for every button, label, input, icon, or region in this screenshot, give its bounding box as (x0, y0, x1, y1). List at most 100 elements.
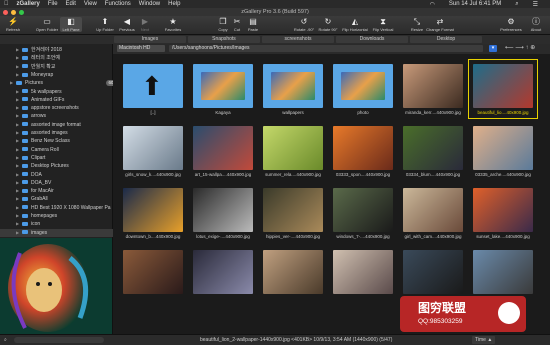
tab-snapshots[interactable]: Snapshots (188, 36, 260, 43)
sidebar-item[interactable]: ▶ icon (0, 220, 128, 228)
menu-functions[interactable]: Functions (105, 1, 131, 7)
thumbnail-item[interactable] (259, 246, 327, 304)
favorites-button[interactable]: ★ Favorites (162, 17, 184, 32)
thumbnail-item[interactable]: 03333_spon....440x900.jpg (329, 122, 397, 180)
image-thumbnail (123, 126, 183, 170)
sidebar-item-label: homepages (31, 213, 58, 219)
apple-menu-icon[interactable]:  (4, 1, 9, 7)
flip-horizontal-button[interactable]: ◭ Flip Horizontal (340, 17, 370, 32)
thumbnail-item[interactable]: ⬆ [..] (119, 60, 187, 118)
thumbnail-item[interactable]: 03335_arche....440x900.jpg (469, 122, 537, 180)
about-button[interactable]: ⓘ About (526, 17, 546, 32)
sidebar-item[interactable]: ▶ DOA (0, 171, 128, 179)
sidebar-item[interactable]: ▶ for MacAir (0, 187, 128, 195)
zoom-window-button[interactable] (19, 9, 24, 15)
sidebar-item[interactable]: ▶ arrows (0, 112, 128, 120)
folder-icon (22, 64, 28, 69)
image-thumbnail (263, 188, 323, 232)
sidebar-item[interactable]: ▶ assorted images (0, 129, 128, 137)
nav-arrows-icon[interactable]: ⟵ ⟶ ↑ ⊕ (505, 44, 535, 51)
menu-help[interactable]: Help (168, 1, 180, 7)
tab-downloads[interactable]: Downloads (336, 36, 408, 43)
thumbnail-caption: lotus_exige-....440x900.jpg (196, 234, 250, 239)
sidebar-item[interactable]: ▶images47 (0, 228, 128, 237)
thumbnail-item[interactable] (329, 246, 397, 304)
folder-icon (22, 138, 28, 143)
sidebar-item[interactable]: ▶ HD Best 1920 X 1080 Wallpaper Pa (0, 204, 128, 212)
sidebar-item[interactable]: ▶ Desktop Pictures (0, 162, 128, 170)
thumbnail-item[interactable]: beautiful_lio....40x900.jpg (468, 59, 538, 119)
thumbnail-item[interactable]: hippies_ver-....440x900.jpg (259, 184, 327, 242)
sidebar-item[interactable]: ▶ homepages (0, 212, 128, 220)
thumbnail-item[interactable]: summer_rela....440x900.jpg (259, 122, 327, 180)
rotate-left-button[interactable]: ↺ Rotate -90° (292, 17, 316, 32)
flip-vertical-button[interactable]: ⧗ Flip Vertical (370, 17, 396, 32)
menu-window[interactable]: Window (139, 1, 160, 7)
thumbnail-item[interactable]: girl_with_cam....440x900.jpg (399, 184, 467, 242)
tab-images[interactable]: Images (114, 36, 186, 43)
tab-desktop[interactable]: Desktop (410, 36, 482, 43)
thumbnail-item[interactable]: miranda_kerr....440x900.jpg (399, 60, 467, 118)
sidebar-item[interactable]: ▶ 한겨레야 2018 (0, 46, 128, 54)
thumbnail-item[interactable]: Kagaya (189, 60, 257, 118)
dropdown-icon[interactable]: ▾ (489, 45, 497, 52)
thumbnail-item[interactable]: photo (329, 60, 397, 118)
sidebar-item-label: icon (31, 221, 41, 228)
thumbnail-item[interactable] (119, 246, 187, 304)
sidebar-item[interactable]: ▶ GrabAll (0, 195, 128, 203)
sidebar-item[interactable]: ▶ 반월지 확교 (0, 63, 128, 71)
resize-button[interactable]: ⤡ Resize (408, 17, 426, 32)
filter-input[interactable] (14, 337, 104, 343)
cut-button[interactable]: ✂ Cut (230, 17, 244, 32)
location-row: Macintosh HD /Users/sanghoons/Pictures/I… (113, 44, 550, 54)
folder-icon (22, 55, 28, 60)
resize-icon: ⤡ (413, 17, 421, 26)
thumbnail-item[interactable]: lotus_exige-....440x900.jpg (189, 184, 257, 242)
sidebar-item[interactable]: ▶Moneyrap45 (0, 71, 128, 79)
sidebar-item[interactable]: ▶ appstore screenshots (0, 104, 128, 112)
image-thumbnail (193, 126, 253, 170)
thumbnail-item[interactable]: sunset_lake....440x900.jpg (469, 184, 537, 242)
menu-list-icon[interactable]: ☰ (533, 1, 538, 8)
sidebar-item[interactable]: ▶Pictures606 (0, 79, 122, 87)
menu-app[interactable]: zGallery (17, 1, 40, 7)
refresh-button[interactable]: ⚡ Refresh (2, 17, 24, 32)
preferences-button[interactable]: ⚙ Preferences (498, 17, 524, 32)
thumbnail-item[interactable]: windows_7-....440x900.jpg (329, 184, 397, 242)
rotate-right-button[interactable]: ↻ Rotate 90° (316, 17, 340, 32)
sort-selector[interactable]: Time ▲ (472, 336, 496, 344)
up-folder-button[interactable]: ⬆ Up Folder (94, 17, 116, 32)
sidebar-item[interactable]: ▶Animated GIFs32 (0, 96, 128, 104)
folder-icon (22, 114, 28, 119)
sidebar-item[interactable]: ▶ 5k wallpapers (0, 88, 128, 96)
wifi-icon[interactable]: ◠ (430, 1, 435, 8)
sidebar-item[interactable]: ▶ Camera Roll (0, 146, 128, 154)
thumbnail-item[interactable]: downtown_b....440x900.jpg (119, 184, 187, 242)
close-window-button[interactable] (3, 9, 8, 15)
paste-button[interactable]: ▤ Paste (244, 17, 262, 32)
path-field[interactable]: /Users/sanghoons/Pictures/Images (169, 45, 483, 52)
left-pane-button[interactable]: ◧ Left Pane (60, 17, 82, 32)
sidebar-item[interactable]: ▶ Benz New Sclass (0, 137, 128, 145)
sidebar-item[interactable]: ▶ DOA_BV (0, 179, 128, 187)
clock[interactable]: Sun 14 Jul 6:41 PM (449, 1, 501, 8)
open-folder-button[interactable]: ▭ Open Folder (34, 17, 60, 32)
thumbnail-item[interactable]: wallpapers (259, 60, 327, 118)
window-title: zGallery Pro 3.6 (Build 597) (241, 9, 309, 15)
menu-edit[interactable]: Edit (66, 1, 76, 7)
sidebar-item[interactable]: ▶ Clipart (0, 154, 128, 162)
thumbnail-item[interactable]: art_15-wallpa....440x900.jpg (189, 122, 257, 180)
up-folder-icon: ⬆ (123, 64, 183, 108)
menu-view[interactable]: View (84, 1, 97, 7)
next-button[interactable]: ▶ Next (134, 17, 156, 32)
sidebar-item[interactable]: ▶ assorted image format (0, 121, 128, 129)
thumbnail-item[interactable] (189, 246, 257, 304)
thumbnail-item[interactable]: girls_snow_k....440x900.jpg (119, 122, 187, 180)
sidebar-item[interactable]: ▶ 레터의 조언예 (0, 54, 128, 62)
change-format-button[interactable]: ⇄ Change Format (426, 17, 454, 32)
tab-screenshots[interactable]: screenshots (262, 36, 334, 43)
minimize-window-button[interactable] (11, 9, 16, 15)
thumbnail-item[interactable]: 03334_blum....440x900.jpg (399, 122, 467, 180)
search-icon[interactable]: ⌕ (515, 1, 518, 8)
menu-file[interactable]: File (48, 1, 58, 7)
